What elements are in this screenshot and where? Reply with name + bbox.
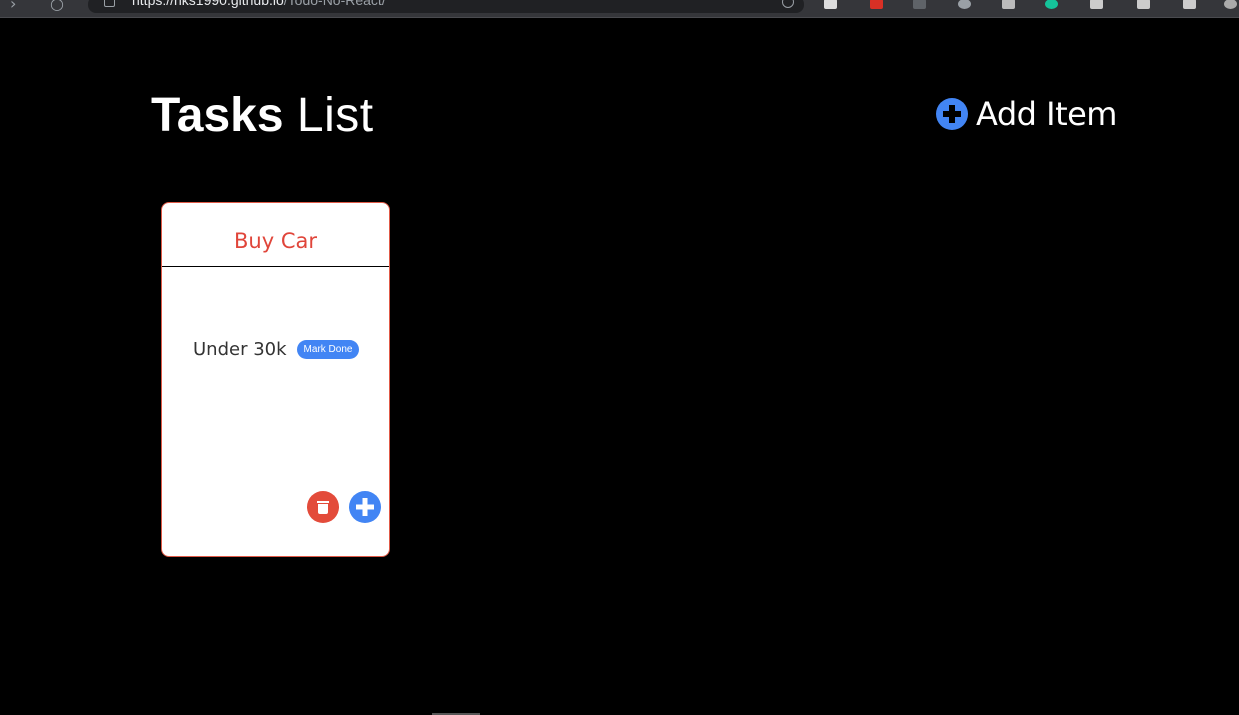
- extensions-puzzle-icon[interactable]: [1090, 0, 1103, 9]
- list-item: Under 30k Mark Done: [193, 339, 360, 360]
- extension-icon[interactable]: [958, 0, 971, 9]
- delete-card-button[interactable]: [307, 491, 339, 523]
- extension-icon[interactable]: [913, 0, 926, 9]
- add-item-button[interactable]: Add Item: [936, 95, 1117, 133]
- url-text[interactable]: https://nks1990.github.io/Todo-No-React/: [132, 0, 386, 8]
- plus-circle-icon: [936, 98, 968, 130]
- add-item-label: Add Item: [976, 95, 1117, 133]
- add-subitem-button[interactable]: [349, 491, 381, 523]
- zoom-icon[interactable]: [782, 0, 794, 8]
- title-light: List: [296, 89, 374, 142]
- reading-list-icon[interactable]: [1137, 0, 1150, 9]
- lock-icon: [104, 0, 115, 7]
- card-title: Buy Car: [234, 229, 317, 253]
- item-text: Under 30k: [193, 339, 287, 360]
- trash-icon-body: [318, 504, 328, 514]
- url-path: /Todo-No-React/: [283, 0, 386, 8]
- card-divider: [162, 266, 389, 267]
- profile-avatar[interactable]: [1224, 0, 1237, 9]
- grammarly-icon[interactable]: [1045, 0, 1058, 9]
- page-title: Tasks List: [151, 86, 374, 146]
- browser-toolbar: › ○ https://nks1990.github.io/Todo-No-Re…: [0, 0, 1239, 18]
- trash-icon: [317, 501, 329, 503]
- address-bar[interactable]: https://nks1990.github.io/Todo-No-React/: [88, 0, 804, 13]
- extension-icon[interactable]: [1002, 0, 1015, 9]
- extension-icon[interactable]: [824, 0, 837, 9]
- url-host: https://nks1990.github.io: [132, 0, 284, 8]
- collections-icon[interactable]: [1183, 0, 1196, 9]
- mark-done-button[interactable]: Mark Done: [296, 340, 360, 359]
- task-card: Buy Car Under 30k Mark Done: [161, 202, 390, 557]
- reload-icon[interactable]: ○: [50, 0, 64, 13]
- extension-icon[interactable]: [870, 0, 883, 9]
- forward-icon[interactable]: ›: [10, 0, 16, 13]
- title-bold: Tasks: [151, 89, 284, 142]
